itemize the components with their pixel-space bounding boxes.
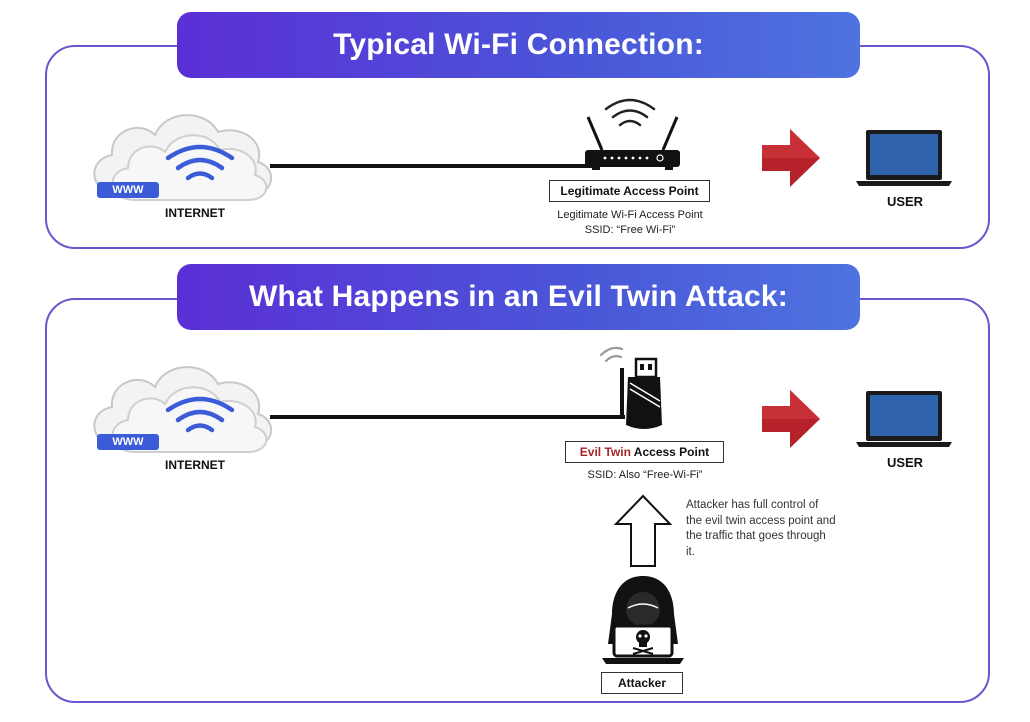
wifi-icon [165, 144, 235, 181]
connection-line [270, 164, 600, 168]
user-label: USER [886, 455, 924, 470]
laptop-icon [856, 130, 952, 186]
attacker-note: Attacker has full control of the evil tw… [686, 499, 836, 558]
evil-twin-ssid: SSID: Also “Free-Wi-Fi” [587, 469, 703, 481]
wifi-icon [165, 396, 235, 433]
www-badge: WWW [97, 434, 159, 450]
hacker-icon [602, 576, 684, 664]
connection-line [270, 415, 625, 419]
arrow-right-icon [762, 129, 820, 187]
evil-twin-label: Evil Twin [579, 445, 631, 459]
arrow-right-icon [762, 390, 820, 448]
internet-label: INTERNET [165, 458, 225, 472]
arrow-up-icon [613, 494, 673, 567]
router-icon [585, 98, 680, 170]
evil-twin-ap-box: Evil Twin Access Point [565, 441, 724, 463]
internet-label: INTERNET [165, 206, 225, 220]
laptop-icon [856, 391, 952, 447]
legitimate-ssid: SSID: “Free Wi-Fi” [584, 224, 676, 236]
legitimate-ap-desc: Legitimate Wi-Fi Access Point [557, 209, 703, 221]
www-badge: WWW [97, 182, 159, 198]
user-label: USER [886, 194, 924, 209]
typical-title: Typical Wi-Fi Connection: [177, 12, 860, 78]
attacker-box: Attacker [601, 672, 683, 694]
evil-twin-title: What Happens in an Evil Twin Attack: [177, 264, 860, 330]
usb-adapter-icon [599, 346, 662, 429]
legitimate-ap-box: Legitimate Access Point [549, 180, 710, 202]
access-point-label: Access Point [630, 445, 710, 459]
